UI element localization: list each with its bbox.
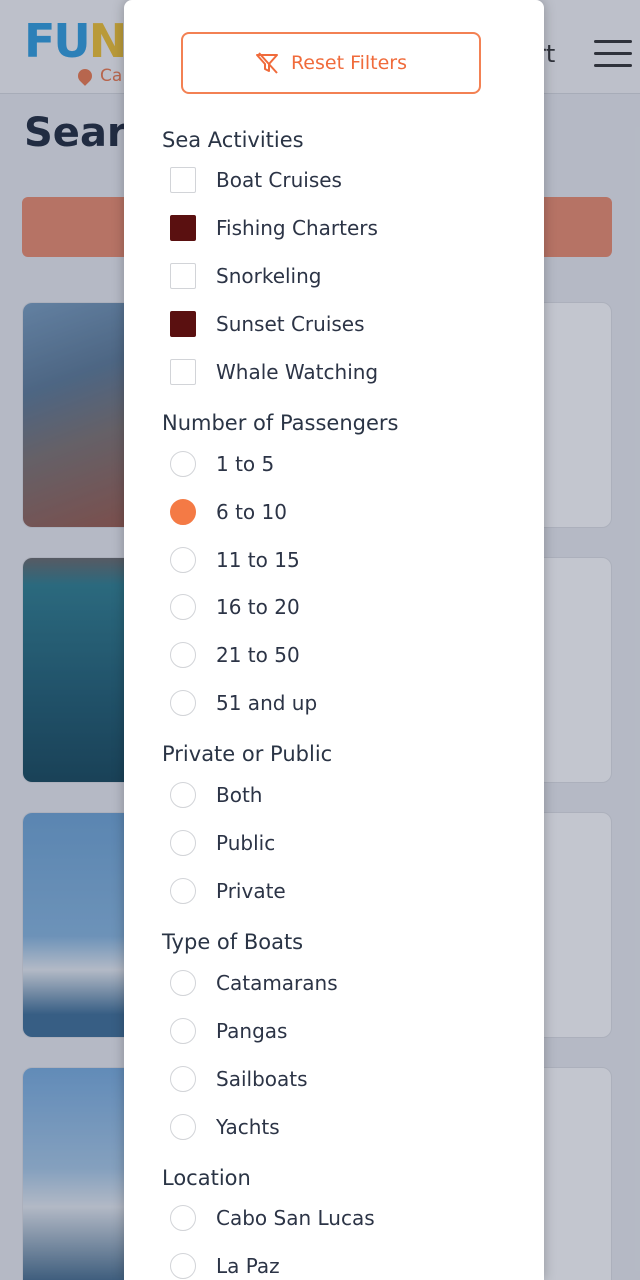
radio-privacy-both[interactable]: Both — [170, 778, 262, 812]
radio-button[interactable] — [170, 878, 196, 904]
radio-button[interactable] — [170, 547, 196, 573]
radio-button[interactable] — [170, 499, 196, 525]
radio-boat-yachts[interactable]: Yachts — [170, 1110, 280, 1144]
checkbox[interactable] — [170, 167, 196, 193]
checkbox[interactable] — [170, 263, 196, 289]
radio-button[interactable] — [170, 1114, 196, 1140]
checkbox[interactable] — [170, 215, 196, 241]
radio-button[interactable] — [170, 970, 196, 996]
option-label: Fishing Charters — [216, 216, 378, 240]
radio-privacy-private[interactable]: Private — [170, 874, 286, 908]
option-label: Catamarans — [216, 971, 338, 995]
reset-filters-label: Reset Filters — [290, 52, 408, 74]
option-label: 6 to 10 — [216, 500, 287, 524]
checkbox-boat-cruises[interactable]: Boat Cruises — [170, 163, 342, 197]
radio-passengers-16-20[interactable]: 16 to 20 — [170, 590, 300, 624]
radio-button[interactable] — [170, 782, 196, 808]
radio-button[interactable] — [170, 830, 196, 856]
radio-button[interactable] — [170, 642, 196, 668]
radio-button[interactable] — [170, 1253, 196, 1279]
radio-boat-sailboats[interactable]: Sailboats — [170, 1062, 308, 1096]
radio-button[interactable] — [170, 1018, 196, 1044]
radio-button[interactable] — [170, 690, 196, 716]
checkbox-fishing-charters[interactable]: Fishing Charters — [170, 211, 378, 245]
radio-location-cabo-san-lucas[interactable]: Cabo San Lucas — [170, 1201, 375, 1235]
checkbox[interactable] — [170, 311, 196, 337]
radio-passengers-51-up[interactable]: 51 and up — [170, 686, 317, 720]
option-label: Cabo San Lucas — [216, 1206, 375, 1230]
option-label: Both — [216, 783, 263, 807]
option-label: 11 to 15 — [216, 548, 300, 572]
radio-button[interactable] — [170, 594, 196, 620]
section-title-boat-types: Type of Boats — [162, 930, 304, 954]
radio-button[interactable] — [170, 1066, 196, 1092]
radio-boat-pangas[interactable]: Pangas — [170, 1014, 287, 1048]
option-label: 51 and up — [216, 691, 318, 715]
checkbox-whale-watching[interactable]: Whale Watching — [170, 355, 378, 389]
reset-filters-button[interactable]: Reset Filters — [181, 32, 481, 94]
radio-button[interactable] — [170, 1205, 196, 1231]
filter-clear-icon — [255, 52, 278, 74]
section-title-sea-activities: Sea Activities — [162, 128, 304, 152]
option-label: Pangas — [216, 1019, 288, 1043]
radio-location-la-paz[interactable]: La Paz — [170, 1249, 280, 1280]
option-label: Sunset Cruises — [216, 312, 365, 336]
radio-button[interactable] — [170, 451, 196, 477]
option-label: 16 to 20 — [216, 595, 300, 619]
option-label: 1 to 5 — [216, 452, 275, 476]
radio-boat-catamarans[interactable]: Catamarans — [170, 966, 338, 1000]
radio-passengers-21-50[interactable]: 21 to 50 — [170, 638, 300, 672]
option-label: Snorkeling — [216, 264, 322, 288]
option-label: Public — [216, 831, 276, 855]
option-label: Yachts — [216, 1115, 280, 1139]
checkbox-sunset-cruises[interactable]: Sunset Cruises — [170, 307, 365, 341]
option-label: La Paz — [216, 1254, 280, 1278]
radio-passengers-11-15[interactable]: 11 to 15 — [170, 543, 300, 577]
section-title-privacy: Private or Public — [162, 742, 333, 766]
option-label: Boat Cruises — [216, 168, 342, 192]
option-label: Sailboats — [216, 1067, 308, 1091]
option-label: Private — [216, 879, 286, 903]
radio-privacy-public[interactable]: Public — [170, 826, 275, 860]
checkbox[interactable] — [170, 359, 196, 385]
section-title-location: Location — [162, 1166, 251, 1190]
option-label: 21 to 50 — [216, 643, 300, 667]
option-label: Whale Watching — [216, 360, 379, 384]
radio-passengers-6-10[interactable]: 6 to 10 — [170, 495, 287, 529]
filter-panel: Reset Filters Sea Activities Boat Cruise… — [124, 0, 544, 1280]
radio-passengers-1-5[interactable]: 1 to 5 — [170, 447, 274, 481]
section-title-passengers: Number of Passengers — [162, 411, 399, 435]
checkbox-snorkeling[interactable]: Snorkeling — [170, 259, 322, 293]
